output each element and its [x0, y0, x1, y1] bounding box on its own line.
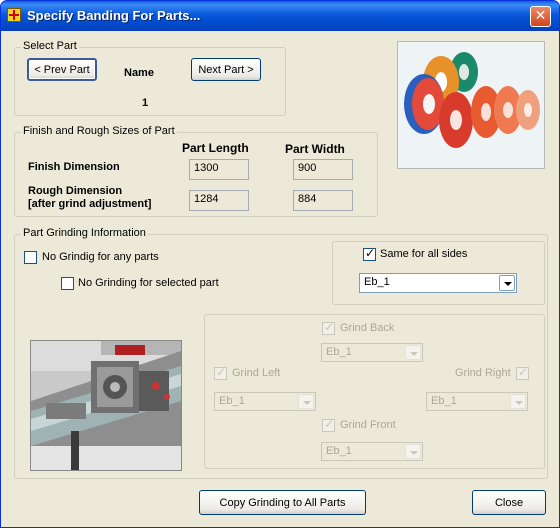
finish-dimension-label: Finish Dimension	[28, 161, 120, 173]
select-part-legend: Select Part	[21, 40, 79, 52]
grind-front-select[interactable]: Eb_1	[321, 442, 423, 461]
grind-back-label: Grind Back	[340, 322, 395, 334]
grind-left-checkbox[interactable]	[214, 365, 227, 380]
rough-width-field: 884	[293, 190, 353, 211]
part-number-value: 1	[142, 97, 149, 109]
copy-grinding-button[interactable]: Copy Grinding to All Parts	[199, 490, 366, 515]
close-button[interactable]: Close	[472, 490, 546, 515]
no-grind-any-label: No Grindig for any parts	[42, 251, 159, 263]
grind-back-select[interactable]: Eb_1	[321, 343, 423, 362]
grind-right-label: Grind Right	[455, 367, 511, 379]
grind-left-select-value: Eb_1	[219, 395, 245, 407]
next-part-button[interactable]: Next Part >	[191, 58, 261, 81]
all-sides-select[interactable]: Eb_1	[359, 273, 517, 293]
no-grind-selected-checkbox[interactable]	[61, 277, 74, 290]
app-cross-icon	[7, 8, 21, 22]
grinding-legend: Part Grinding Information	[21, 227, 148, 239]
grinding-machine-image	[30, 340, 182, 471]
rough-dimension-sublabel: [after grind adjustment]	[28, 198, 152, 210]
chevron-down-icon	[298, 394, 314, 409]
part-width-header: Part Width	[285, 142, 345, 156]
title-bar: Specify Banding For Parts... ✕	[1, 1, 559, 31]
chevron-down-icon	[510, 394, 526, 409]
chevron-down-icon	[405, 444, 421, 459]
edgeband-rolls-image	[397, 41, 545, 169]
grind-left-select[interactable]: Eb_1	[214, 392, 316, 411]
grind-right-select-value: Eb_1	[431, 395, 457, 407]
no-grind-any-checkbox[interactable]	[24, 251, 37, 264]
same-all-sides-checkbox[interactable]	[363, 246, 376, 261]
finish-width-field: 900	[293, 159, 353, 180]
dialog-window: Specify Banding For Parts... ✕ Select Pa…	[0, 0, 560, 528]
grind-right-checkbox[interactable]	[516, 365, 529, 380]
all-sides-select-value: Eb_1	[364, 276, 390, 288]
part-name-label: Name	[124, 67, 154, 79]
finish-length-field: 1300	[189, 159, 249, 180]
grind-left-label: Grind Left	[232, 367, 281, 379]
grind-front-checkbox[interactable]	[322, 417, 335, 432]
prev-part-button[interactable]: < Prev Part	[27, 58, 97, 81]
same-all-sides-label: Same for all sides	[380, 248, 468, 260]
grind-back-checkbox[interactable]	[322, 320, 335, 335]
part-length-header: Part Length	[182, 141, 249, 155]
grind-front-label: Grind Front	[340, 419, 396, 431]
window-title: Specify Banding For Parts...	[27, 8, 201, 23]
sizes-legend: Finish and Rough Sizes of Part	[21, 125, 177, 137]
no-grind-selected-label: No Grinding for selected part	[78, 277, 219, 289]
chevron-down-icon	[499, 275, 515, 291]
rough-length-field: 1284	[189, 190, 249, 211]
rough-dimension-label: Rough Dimension	[28, 185, 123, 197]
grind-front-select-value: Eb_1	[326, 445, 352, 457]
grind-right-select[interactable]: Eb_1	[426, 392, 528, 411]
close-window-button[interactable]: ✕	[530, 6, 551, 27]
chevron-down-icon	[405, 345, 421, 360]
grind-back-select-value: Eb_1	[326, 346, 352, 358]
